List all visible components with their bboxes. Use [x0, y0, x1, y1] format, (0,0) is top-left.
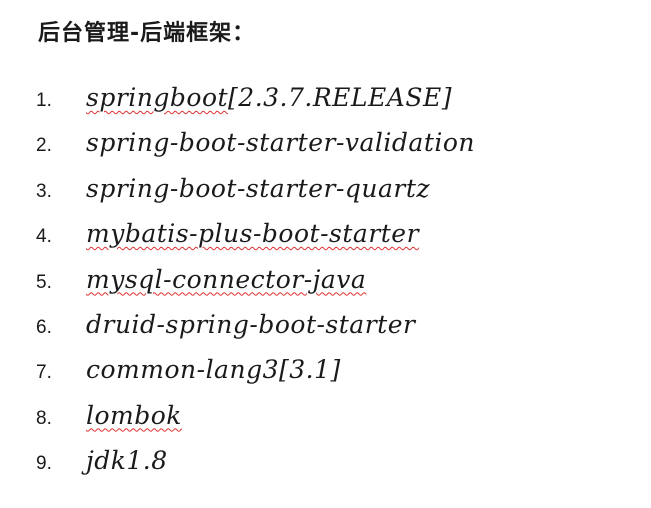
list-item: 2. spring-boot-starter-validation — [0, 123, 651, 168]
list-item: 5. mysql-connector-java — [0, 260, 651, 305]
list-item-text: lombok — [86, 398, 182, 434]
list-item-number: 8. — [36, 407, 52, 429]
list-item-text: druid-spring-boot-starter — [86, 307, 415, 343]
list-item-text: spring-boot-starter-quartz — [86, 171, 430, 207]
list-item-text: jdk1.8 — [86, 443, 168, 479]
list-item-number: 5. — [36, 271, 52, 293]
list-item: 7. common-lang3[3.1] — [0, 350, 651, 395]
list-item-text-rest: [2.3.7.RELEASE] — [228, 83, 452, 112]
list-item: 6. druid-spring-boot-starter — [0, 305, 651, 350]
section-heading: 后台管理-后端框架： — [38, 21, 256, 46]
list-item-text-rest: common-lang3[3.1] — [86, 355, 341, 385]
list-item-number: 3. — [36, 180, 52, 202]
list-item-number: 2. — [36, 135, 52, 157]
dependency-list: 1. springboot[2.3.7.RELEASE] 2. spring-b… — [0, 78, 651, 487]
list-item: 1. springboot[2.3.7.RELEASE] — [0, 78, 651, 123]
list-item-text-rest: spring-boot-starter-validation — [86, 128, 476, 158]
misspelled-word: mybatis-plus-boot-starter — [86, 219, 420, 249]
list-item-text-rest: druid-spring-boot-starter — [86, 309, 416, 339]
list-item: 8. lombok — [0, 396, 651, 441]
misspelled-word: lombok — [86, 400, 182, 430]
list-item-text-rest: spring-boot-starter-quartz — [86, 173, 431, 203]
list-item-number: 1. — [36, 90, 52, 111]
list-item-text: springboot[2.3.7.RELEASE] — [86, 80, 452, 116]
list-item-number: 6. — [36, 316, 52, 338]
misspelled-word: springboot — [86, 83, 229, 112]
list-item-text: spring-boot-starter-validation — [86, 125, 475, 161]
list-item-text: mybatis-plus-boot-starter — [86, 216, 419, 252]
misspelled-word: mysql-connector-java — [86, 264, 367, 294]
list-item-number: 9. — [36, 453, 52, 475]
list-item-text: mysql-connector-java — [86, 262, 366, 298]
list-item-number: 4. — [36, 226, 52, 248]
list-item: 9. jdk1.8 — [0, 441, 651, 486]
list-item-text-rest: jdk1.8 — [86, 446, 168, 476]
document-page: 后台管理-后端框架： 1. springboot[2.3.7.RELEASE] … — [0, 0, 651, 508]
list-item-number: 7. — [36, 362, 52, 384]
list-item: 3. spring-boot-starter-quartz — [0, 169, 651, 214]
list-item: 4. mybatis-plus-boot-starter — [0, 214, 651, 259]
list-item-text: common-lang3[3.1] — [86, 352, 341, 388]
